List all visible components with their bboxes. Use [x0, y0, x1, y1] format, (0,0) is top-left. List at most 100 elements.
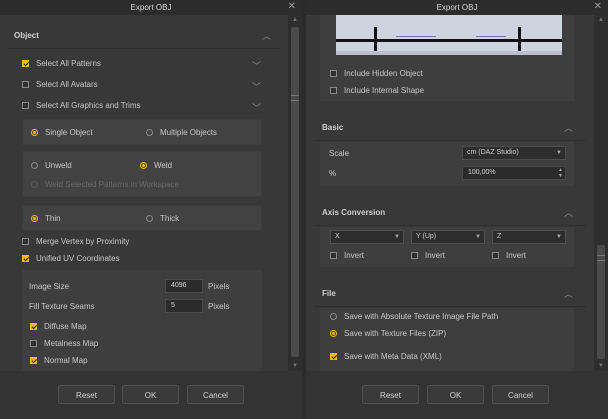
merge-vertex-checkbox[interactable] [22, 238, 29, 245]
thin-option[interactable]: Thin [31, 213, 121, 225]
select-all-avatars-row[interactable]: Select All Avatars [22, 79, 272, 91]
divider [8, 48, 280, 49]
image-size-label: Image Size [29, 282, 70, 291]
thick-option[interactable]: Thick [146, 213, 236, 225]
cancel-button[interactable]: Cancel [187, 385, 244, 404]
image-size-input[interactable]: 4096 [165, 279, 203, 293]
select-all-patterns-row[interactable]: Select All Patterns [22, 58, 272, 70]
title-bar[interactable]: Export OBJ ✕ [0, 0, 302, 15]
invert-z-row[interactable]: Invert [492, 250, 552, 262]
select-all-avatars-label: Select All Avatars [36, 80, 98, 89]
chevron-down-icon[interactable]: ﹀ [252, 101, 261, 114]
reset-button[interactable]: Reset [362, 385, 419, 404]
scroll-grip-icon [291, 95, 299, 101]
scroll-thumb[interactable] [597, 245, 605, 359]
select-all-patterns-checkbox[interactable] [22, 60, 29, 67]
select-all-avatars-checkbox[interactable] [22, 81, 29, 88]
texture-files-option[interactable]: Save with Texture Files (ZIP) [330, 328, 570, 340]
reset-button[interactable]: Reset [58, 385, 115, 404]
unified-uv-label: Unified UV Coordinates [36, 254, 120, 263]
unweld-radio[interactable] [31, 162, 38, 169]
divider [314, 225, 586, 226]
unweld-option[interactable]: Unweld [31, 160, 121, 172]
ok-button[interactable]: OK [122, 385, 179, 404]
cancel-button[interactable]: Cancel [492, 385, 549, 404]
include-hidden-checkbox[interactable] [330, 70, 337, 77]
z-axis-select[interactable]: Z ▼ [492, 230, 566, 244]
thick-radio[interactable] [146, 215, 153, 222]
dialog-content: Object ︿ Select All Patterns ﹀ Select Al… [0, 15, 288, 371]
percent-value: 100,00% [468, 169, 496, 176]
ok-button[interactable]: OK [427, 385, 484, 404]
meta-data-row[interactable]: Save with Meta Data (XML) [330, 351, 570, 363]
title-bar[interactable]: Export OBJ ✕ [306, 0, 608, 15]
include-hidden-label: Include Hidden Object [344, 69, 423, 78]
meta-data-checkbox[interactable] [330, 353, 337, 360]
normal-map-row[interactable]: Normal Map [30, 355, 230, 367]
multiple-objects-option[interactable]: Multiple Objects [146, 127, 246, 139]
invert-y-row[interactable]: Invert [411, 250, 471, 262]
select-all-graphics-label: Select All Graphics and Trims [36, 101, 141, 110]
include-internal-row[interactable]: Include Internal Shape [330, 85, 530, 97]
scroll-down-icon[interactable]: ▼ [594, 363, 608, 369]
divider [314, 140, 586, 141]
metalness-map-row[interactable]: Metalness Map [30, 338, 230, 350]
weld-option[interactable]: Weld [140, 160, 230, 172]
scrollbar[interactable]: ▲ ▼ [594, 15, 608, 371]
scrollbar[interactable]: ▲ ▼ [288, 15, 302, 371]
absolute-path-option[interactable]: Save with Absolute Texture Image File Pa… [330, 311, 570, 323]
chevron-up-icon[interactable]: ︿ [564, 287, 573, 300]
close-icon[interactable]: ✕ [594, 1, 602, 12]
scale-label: Scale [329, 149, 350, 158]
close-icon[interactable]: ✕ [288, 1, 296, 12]
scroll-up-icon[interactable]: ▲ [288, 17, 302, 23]
unified-uv-checkbox[interactable] [22, 255, 29, 262]
divider [314, 306, 586, 307]
include-internal-label: Include Internal Shape [344, 86, 425, 95]
include-internal-checkbox[interactable] [330, 87, 337, 94]
chevron-up-icon[interactable]: ︿ [564, 206, 573, 219]
diffuse-map-row[interactable]: Diffuse Map [30, 321, 230, 333]
basic-section-header[interactable]: Basic ︿ [306, 117, 594, 137]
chevron-down-icon[interactable]: ﹀ [252, 59, 261, 72]
invert-y-checkbox[interactable] [411, 252, 418, 259]
fill-seams-input[interactable]: 5 [165, 299, 203, 313]
multiple-objects-radio[interactable] [146, 129, 153, 136]
metalness-map-checkbox[interactable] [30, 340, 37, 347]
fill-seams-unit: Pixels [208, 302, 230, 311]
spin-arrows-icon[interactable]: ▲ ▼ [558, 167, 563, 179]
weld-selected-option: Weld Selected Patterns in Workspace [31, 179, 251, 191]
file-section-header[interactable]: File ︿ [306, 283, 594, 303]
normal-map-checkbox[interactable] [30, 357, 37, 364]
single-object-radio[interactable] [31, 129, 38, 136]
chevron-up-icon[interactable]: ︿ [564, 121, 573, 134]
scroll-thumb[interactable] [291, 27, 299, 357]
include-hidden-row[interactable]: Include Hidden Object [330, 68, 530, 80]
texture-files-label: Save with Texture Files (ZIP) [344, 329, 447, 338]
object-section-header[interactable]: Object ︿ [0, 25, 288, 45]
scroll-down-icon[interactable]: ▼ [288, 363, 302, 369]
axis-section-header[interactable]: Axis Conversion ︿ [306, 202, 594, 222]
invert-x-checkbox[interactable] [330, 252, 337, 259]
chevron-down-icon[interactable]: ﹀ [252, 80, 261, 93]
unified-uv-row[interactable]: Unified UV Coordinates [22, 253, 262, 265]
scroll-up-icon[interactable]: ▲ [594, 17, 608, 23]
merge-vertex-row[interactable]: Merge Vertex by Proximity [22, 236, 262, 248]
texture-files-radio[interactable] [330, 330, 337, 337]
x-axis-select[interactable]: X ▼ [330, 230, 404, 244]
thin-radio[interactable] [31, 215, 38, 222]
scale-select[interactable]: cm (DAZ Studio) ▼ [462, 146, 566, 160]
chevron-up-icon[interactable]: ︿ [262, 29, 271, 42]
select-all-graphics-checkbox[interactable] [22, 102, 29, 109]
single-object-option[interactable]: Single Object [31, 127, 121, 139]
absolute-path-radio[interactable] [330, 313, 337, 320]
select-all-graphics-row[interactable]: Select All Graphics and Trims [22, 100, 272, 112]
percent-input[interactable]: 100,00% ▲ ▼ [462, 166, 566, 180]
invert-x-row[interactable]: Invert [330, 250, 390, 262]
axis-section-title: Axis Conversion [322, 208, 386, 217]
diffuse-map-checkbox[interactable] [30, 323, 37, 330]
invert-z-checkbox[interactable] [492, 252, 499, 259]
single-object-label: Single Object [45, 128, 93, 137]
y-axis-select[interactable]: Y (Up) ▼ [411, 230, 485, 244]
weld-radio[interactable] [140, 162, 147, 169]
